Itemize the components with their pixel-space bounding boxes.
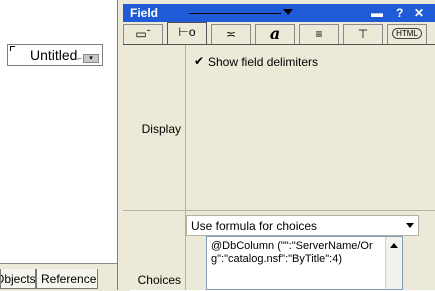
- label-column-divider: [185, 45, 186, 290]
- formula-scrollbar[interactable]: [385, 237, 402, 289]
- tab-control[interactable]: ⊢o: [167, 22, 207, 44]
- display-section-body: ✔ Show field delimiters: [186, 45, 435, 210]
- tab-hide-when[interactable]: ⊤: [343, 24, 383, 44]
- choices-formula-field[interactable]: @DbColumn ("":"ServerName/Org":"catalog.…: [206, 236, 403, 290]
- field-corner-marker: [10, 46, 15, 51]
- tab-paragraph[interactable]: ≡: [299, 24, 339, 44]
- tab-reference[interactable]: Reference: [36, 269, 98, 289]
- field-name: Untitled: [30, 47, 78, 63]
- tab-advanced[interactable]: ≍: [211, 24, 251, 44]
- paragraph-icon: ≡: [315, 27, 323, 41]
- object-dropdown-icon[interactable]: [283, 9, 293, 15]
- tab-html[interactable]: HTML: [387, 24, 427, 44]
- advanced-icon: ≍: [225, 27, 237, 41]
- close-icon[interactable]: ✕: [414, 6, 424, 20]
- display-section-label: Display: [141, 122, 181, 136]
- basics-icon: ▭ˉ: [135, 27, 151, 41]
- choices-type-select[interactable]: Use formula for choices: [186, 215, 419, 236]
- pin-icon[interactable]: ▬: [371, 6, 383, 20]
- field-dropdown-icon: ▾: [83, 54, 99, 63]
- panel-titlebar[interactable]: Field ▬ ? ✕: [123, 4, 435, 22]
- scroll-up-icon[interactable]: [390, 243, 398, 248]
- chevron-down-icon[interactable]: [406, 223, 414, 228]
- tab-objects[interactable]: Objects: [0, 269, 36, 289]
- show-delimiters-checkbox[interactable]: ✔: [194, 55, 206, 67]
- help-icon[interactable]: ?: [396, 6, 403, 20]
- untitled-field-widget[interactable]: Untitled ⌐ ▾: [7, 44, 103, 66]
- html-icon: HTML: [392, 28, 422, 39]
- choices-type-value: Use formula for choices: [191, 219, 318, 233]
- tab-font[interactable]: a: [255, 24, 295, 44]
- properties-tabs: ▭ˉ ⊢o ≍ a ≡ ⊤ HTML: [123, 22, 435, 44]
- tab-basics[interactable]: ▭ˉ: [123, 24, 163, 44]
- navigator-tabs: Objects Reference: [0, 263, 130, 291]
- title-divider: [189, 13, 281, 14]
- panel-title: Field: [130, 6, 159, 20]
- field-type-marker-icon: ⌐: [77, 54, 82, 63]
- field-properties-panel: Field ▬ ? ✕ ▭ˉ ⊢o ≍ a ≡ ⊤ HTML ✔ Show fi…: [117, 0, 435, 290]
- control-tab-content: ✔ Show field delimiters Display Choices …: [123, 45, 435, 290]
- choices-section-label: Choices: [137, 273, 181, 287]
- hide-when-icon: ⊤: [357, 27, 369, 41]
- control-icon: ⊢o: [178, 25, 196, 39]
- section-divider: [123, 210, 435, 211]
- font-icon: a: [269, 24, 281, 43]
- choices-formula-text[interactable]: @DbColumn ("":"ServerName/Org":"catalog.…: [211, 240, 383, 266]
- show-delimiters-label[interactable]: Show field delimiters: [208, 55, 318, 69]
